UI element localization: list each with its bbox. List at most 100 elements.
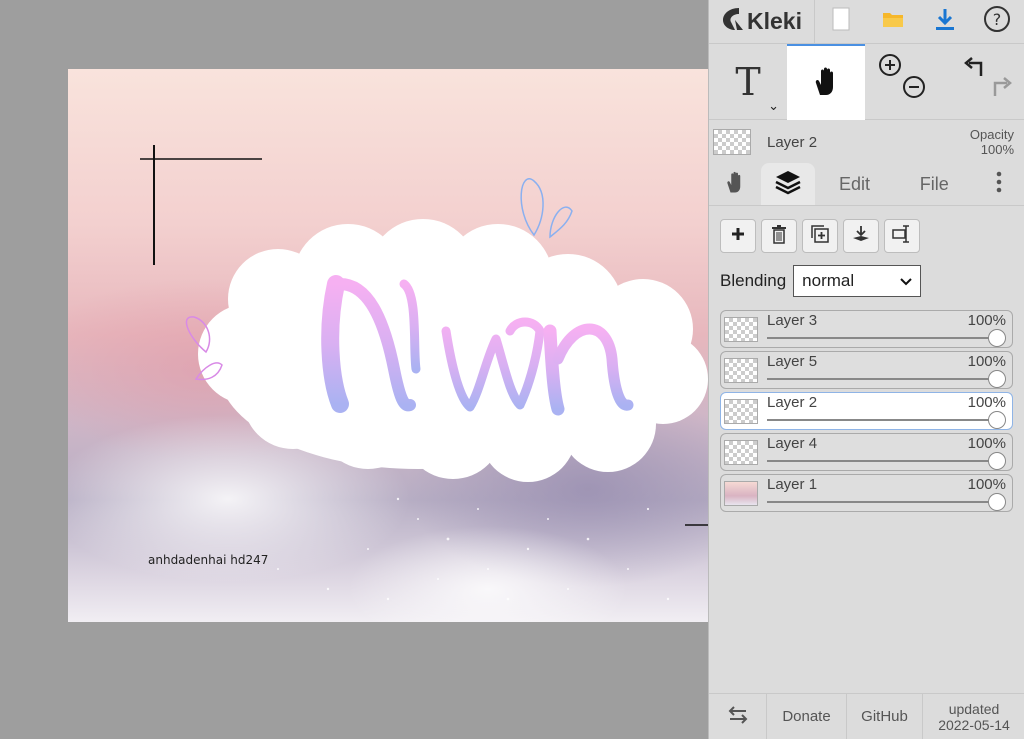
tab-layers[interactable] — [760, 163, 815, 205]
undo-icon[interactable] — [961, 54, 987, 85]
swap-side-button[interactable] — [709, 694, 767, 739]
more-vertical-icon — [996, 170, 1002, 199]
layer-thumbnail — [724, 317, 758, 342]
donate-link[interactable]: Donate — [767, 694, 847, 739]
zoom-out-icon[interactable] — [901, 74, 927, 105]
kleki-logo-icon — [721, 6, 745, 37]
current-layer-name: Layer 2 — [767, 133, 818, 151]
github-link[interactable]: GitHub — [847, 694, 923, 739]
blending-select[interactable]: normal — [793, 265, 922, 297]
opacity-slider-track[interactable] — [767, 378, 996, 380]
text-tool-label: T — [735, 60, 761, 104]
layer-opacity: 100% — [967, 476, 1006, 493]
artwork — [140, 145, 708, 601]
zoom-controls — [865, 44, 943, 120]
opacity-slider-track[interactable] — [767, 501, 996, 503]
opacity-label: Opacity — [969, 127, 1014, 142]
layer-name: Layer 1 — [767, 476, 818, 493]
merge-down-icon — [851, 224, 871, 249]
history-controls — [943, 44, 1021, 120]
app-logo[interactable]: Kleki — [709, 0, 815, 44]
current-layer-thumbnail — [713, 129, 751, 155]
opacity-slider-handle[interactable] — [988, 370, 1006, 388]
folder-icon — [881, 9, 905, 34]
opacity-slider-handle[interactable] — [988, 411, 1006, 429]
hand-tool-button[interactable] — [787, 44, 865, 120]
watermark-text: anhdadenhai hd247 — [148, 553, 269, 567]
layer-item[interactable]: Layer 5 100% — [720, 351, 1013, 389]
layer-item[interactable]: Layer 3 100% — [720, 310, 1013, 348]
help-button[interactable]: ? — [971, 0, 1023, 44]
updated-label: updated — [948, 701, 1000, 717]
save-image-button[interactable] — [919, 0, 971, 44]
tab-hand[interactable] — [709, 163, 761, 205]
redo-icon[interactable] — [989, 74, 1015, 105]
current-layer-opacity: Opacity 100% — [970, 127, 1024, 157]
footer-bar: Donate GitHub updated 2022-05-14 — [709, 693, 1024, 739]
opacity-slider-handle[interactable] — [988, 493, 1006, 511]
tool-row: T ⌄ — [709, 44, 1024, 120]
drawing-canvas[interactable]: anhdadenhai hd247 — [68, 69, 708, 622]
opacity-slider-handle[interactable] — [988, 329, 1006, 347]
more-menu-button[interactable] — [974, 163, 1024, 205]
layer-opacity: 100% — [967, 353, 1006, 370]
text-tool-button[interactable]: T ⌄ — [709, 44, 787, 120]
blending-row: Blending normal — [709, 253, 1024, 297]
layer-opacity: 100% — [967, 435, 1006, 452]
layer-item[interactable]: Layer 1 100% — [720, 474, 1013, 512]
layer-thumbnail — [724, 358, 758, 383]
add-layer-button[interactable] — [720, 219, 756, 253]
new-file-icon — [832, 7, 850, 36]
layer-opacity: 100% — [967, 312, 1006, 329]
layer-name: Layer 5 — [767, 353, 818, 370]
blending-value: normal — [802, 271, 855, 290]
layer-actions — [709, 206, 1024, 253]
current-layer-info: Layer 2 Opacity 100% — [709, 120, 1024, 164]
tab-edit[interactable]: Edit — [815, 163, 895, 205]
opacity-slider-handle[interactable] — [988, 452, 1006, 470]
opacity-slider-track[interactable] — [767, 460, 996, 462]
updated-info[interactable]: updated 2022-05-14 — [923, 694, 1024, 739]
duplicate-icon — [810, 224, 830, 249]
top-bar: Kleki ? — [709, 0, 1024, 44]
plus-icon — [730, 226, 746, 247]
swap-arrows-icon — [726, 705, 750, 729]
layer-item[interactable]: Layer 4 100% — [720, 433, 1013, 471]
layer-thumbnail — [724, 440, 758, 465]
layer-name: Layer 4 — [767, 435, 818, 452]
updated-date: 2022-05-14 — [938, 717, 1010, 733]
download-icon — [935, 7, 955, 36]
opacity-value: 100% — [980, 142, 1014, 157]
opacity-slider-track[interactable] — [767, 419, 996, 421]
tab-file[interactable]: File — [894, 163, 974, 205]
layer-name: Layer 3 — [767, 312, 818, 329]
layers-icon — [774, 169, 802, 200]
chevron-down-icon — [900, 271, 912, 291]
duplicate-layer-button[interactable] — [802, 219, 838, 253]
hand-icon — [723, 170, 747, 199]
canvas-area[interactable]: anhdadenhai hd247 — [0, 0, 708, 739]
rename-layer-button[interactable] — [884, 219, 920, 253]
new-image-button[interactable] — [815, 0, 867, 44]
layer-item-selected[interactable]: Layer 2 100% — [720, 392, 1013, 430]
droplet-top — [520, 178, 573, 239]
sparkles — [277, 497, 670, 601]
chevron-down-icon[interactable]: ⌄ — [768, 98, 779, 114]
app-name: Kleki — [747, 8, 802, 34]
rename-icon — [891, 224, 913, 249]
opacity-slider-track[interactable] — [767, 337, 996, 339]
layer-list: Layer 3 100% Layer 5 100% Layer 2 100% L… — [709, 297, 1024, 512]
layer-thumbnail — [724, 481, 758, 506]
merge-down-button[interactable] — [843, 219, 879, 253]
trash-icon — [771, 224, 787, 249]
hand-icon — [810, 65, 842, 102]
delete-layer-button[interactable] — [761, 219, 797, 253]
blending-label: Blending — [720, 271, 787, 290]
panel-tabs: Edit File — [709, 163, 1024, 206]
layer-opacity: 100% — [967, 394, 1006, 411]
zoom-in-icon[interactable] — [877, 52, 903, 83]
open-image-button[interactable] — [867, 0, 919, 44]
side-panel: Kleki ? T ⌄ Layer 2 Opacity 100% Edit Fi… — [708, 0, 1024, 739]
help-icon: ? — [983, 5, 1011, 38]
layer-thumbnail — [724, 399, 758, 424]
